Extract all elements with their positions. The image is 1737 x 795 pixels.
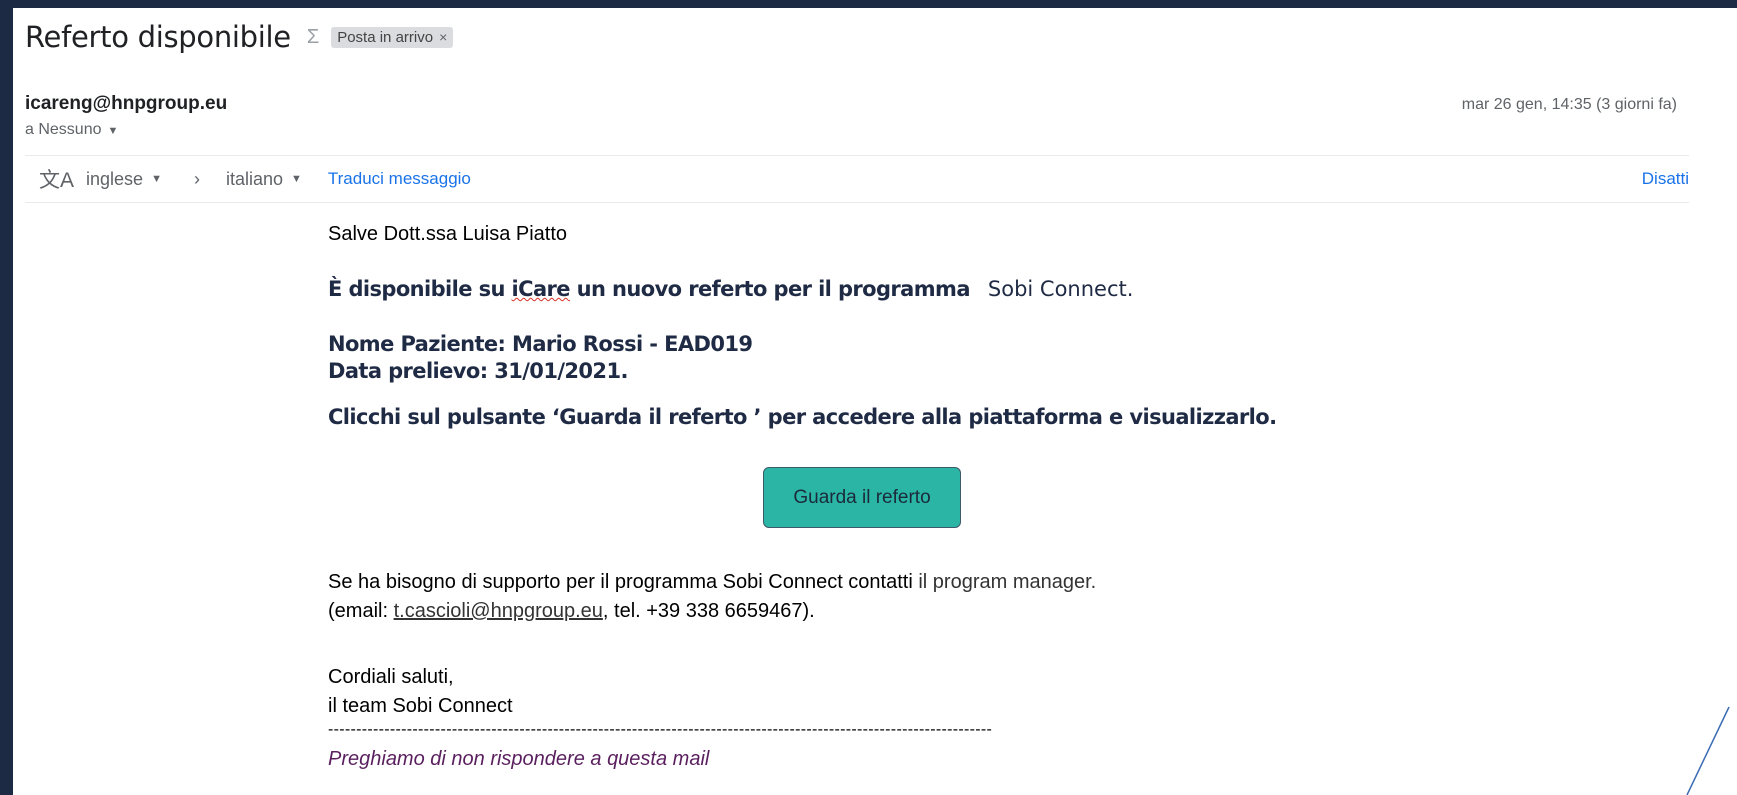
source-language-label: inglese <box>86 168 144 189</box>
contact-line: (email: t.cascioli@hnpgroup.eu, tel. +39… <box>328 597 1096 626</box>
email-subject: Referto disponibile <box>25 20 291 54</box>
closing-block: Cordiali saluti, il team Sobi Connect <box>328 663 513 721</box>
sender-email[interactable]: icareng@hnpgroup.eu <box>25 93 227 115</box>
patient-info: Nome Paziente: Mario Rossi - EAD019 Data… <box>328 331 753 385</box>
importance-marker-icon[interactable]: Σ <box>307 26 319 49</box>
separator-line: ----------------------------------------… <box>328 721 993 738</box>
translate-bar: 文A inglese ▼ › italiano ▼ Traduci messaggi… <box>25 155 1689 203</box>
support-line: Se ha bisogno di supporto per il program… <box>328 568 1096 597</box>
patient-name: Nome Paziente: Mario Rossi - EAD019 <box>328 332 753 356</box>
contact-prefix: (email: <box>328 600 394 622</box>
availability-prefix: È disponibile su <box>328 277 512 301</box>
target-language-label: italiano <box>225 168 283 189</box>
label-chip-inbox[interactable]: Posta in arrivo × <box>331 26 454 48</box>
caret-down-icon: ▼ <box>151 173 162 185</box>
source-language-select[interactable]: inglese ▼ <box>86 169 162 190</box>
decorative-line <box>1686 706 1730 795</box>
recipient-details[interactable]: a Nessuno ▼ <box>25 121 118 139</box>
availability-line: È disponibile su iCare un nuovo referto … <box>328 277 1133 301</box>
app-name: iCare <box>511 277 571 301</box>
email-date: mar 26 gen, 14:35 (3 giorni fa) <box>1461 96 1677 113</box>
signature: il team Sobi Connect <box>328 695 513 717</box>
no-reply-notice: Preghiamo di non rispondere a questa mai… <box>328 748 710 770</box>
disable-translation-link[interactable]: Disatti <box>1642 169 1689 189</box>
subject-row: Referto disponibile Σ Posta in arrivo × <box>25 20 454 54</box>
program-name: Sobi Connect. <box>987 277 1134 301</box>
close-icon[interactable]: × <box>439 29 447 45</box>
view-report-button[interactable]: Guarda il referto <box>763 467 961 528</box>
translate-message-link[interactable]: Traduci messaggio <box>328 169 471 189</box>
contact-suffix: , tel. +39 338 6659467). <box>602 600 815 622</box>
support-info: Se ha bisogno di supporto per il program… <box>328 568 1096 626</box>
label-chip-text: Posta in arrivo <box>337 28 434 46</box>
closing: Cordiali saluti, <box>328 666 454 688</box>
chevron-right-icon: › <box>193 168 200 189</box>
target-language-select[interactable]: italiano ▼ <box>226 169 302 190</box>
click-instruction: Clicchi sul pulsante ‘Guarda il referto … <box>328 405 1277 429</box>
sample-date: Data prelievo: 31/01/2021. <box>328 359 628 383</box>
support-manager: il program manager. <box>912 571 1097 593</box>
contact-email-link[interactable]: t.cascioli@hnpgroup.eu <box>394 600 603 622</box>
availability-suffix: un nuovo referto per il programma <box>569 277 971 301</box>
caret-down-icon[interactable]: ▼ <box>108 125 119 137</box>
support-text: Se ha bisogno di supporto per il program… <box>328 571 913 593</box>
greeting: Salve Dott.ssa Luisa Piatto <box>328 223 568 245</box>
email-window: Referto disponibile Σ Posta in arrivo × … <box>13 8 1737 795</box>
translate-icon: 文A <box>39 169 75 192</box>
recipient-label: a Nessuno <box>25 121 102 138</box>
caret-down-icon: ▼ <box>291 173 302 185</box>
